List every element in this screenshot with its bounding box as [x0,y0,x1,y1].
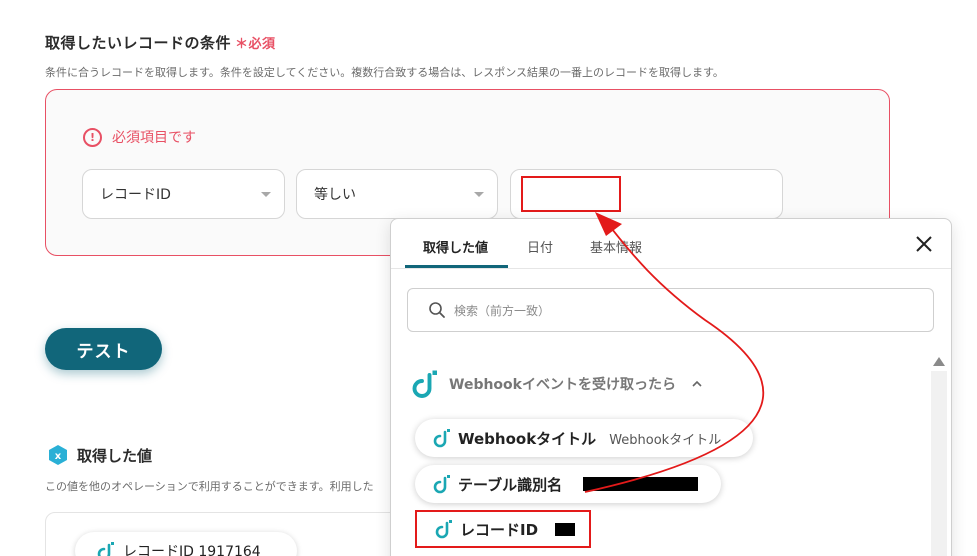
tab-basic-info[interactable]: 基本情報 [590,237,642,256]
chip-label: レコードID [460,520,539,539]
retrieved-description: この値を他のオペレーションで利用することができます。利用した [45,480,374,493]
section-title: 取得したいレコードの条件 ＊必須 [45,32,276,53]
yoom-logo-icon [433,429,450,448]
test-button[interactable]: テスト [45,328,162,370]
value-chip-table-identifier[interactable]: テーブル識別名 [415,465,721,503]
hexagon-x-icon: x [49,445,67,465]
dropdown-caret-icon [474,192,484,197]
alert-circle-icon: ! [83,127,102,147]
chip-value: Webhookタイトル [609,432,722,448]
scroll-up-icon[interactable] [933,357,945,366]
search-icon [429,302,445,318]
retrieved-values-title: x 取得した値 [47,444,152,466]
field-select-value: レコードID [100,187,171,203]
scrollbar-track[interactable] [931,371,947,556]
tab-retrieved-values[interactable]: 取得した値 [423,237,488,256]
chip-label: Webhookタイトル [458,429,597,448]
value-picker-popup: 取得した値 日付 基本情報 検索（前方一致） Webhookイベントを受け取った… [390,218,952,556]
trigger-group-header[interactable]: Webhookイベントを受け取ったら [411,369,702,399]
chevron-up-icon [692,380,702,387]
retrieved-value-chip[interactable]: レコードID 1917164 [75,532,297,556]
tab-date[interactable]: 日付 [527,237,553,256]
svg-text:x: x [55,451,62,462]
section-title-text: 取得したいレコードの条件 [45,34,232,52]
group-label: Webhookイベントを受け取ったら [449,377,676,393]
search-placeholder: 検索（前方一致） [454,303,551,318]
redacted-value [555,522,576,536]
close-icon[interactable] [915,235,933,253]
retrieved-title-text: 取得した値 [77,446,153,465]
yoom-logo-icon [433,475,450,494]
active-tab-indicator [405,265,508,268]
section-description: 条件に合うレコードを取得します。条件を設定してください。複数行合致する場合は、レ… [45,66,724,79]
operator-select[interactable]: 等しい [296,169,498,219]
dropdown-caret-icon [261,192,271,197]
field-select[interactable]: レコードID [82,169,285,219]
popup-tabs: 取得した値 日付 基本情報 [391,219,951,269]
chip-label: テーブル識別名 [458,475,563,494]
value-chip-record-id[interactable]: レコードID [415,510,591,548]
required-badge: ＊必須 [235,37,276,52]
annotation-highlight-box [521,176,621,212]
yoom-logo-icon [97,542,114,556]
yoom-logo-icon [435,520,452,539]
error-text: 必須項目です [112,130,196,146]
retrieved-chip-label: レコードID 1917164 [123,544,261,556]
error-message: ! 必須項目です [83,127,196,147]
search-input[interactable]: 検索（前方一致） [407,288,934,332]
redacted-value [583,477,699,491]
operator-select-value: 等しい [314,187,356,203]
value-chip-webhook-title[interactable]: Webhookタイトル Webhookタイトル [415,419,753,457]
yoom-logo-icon [412,370,437,398]
